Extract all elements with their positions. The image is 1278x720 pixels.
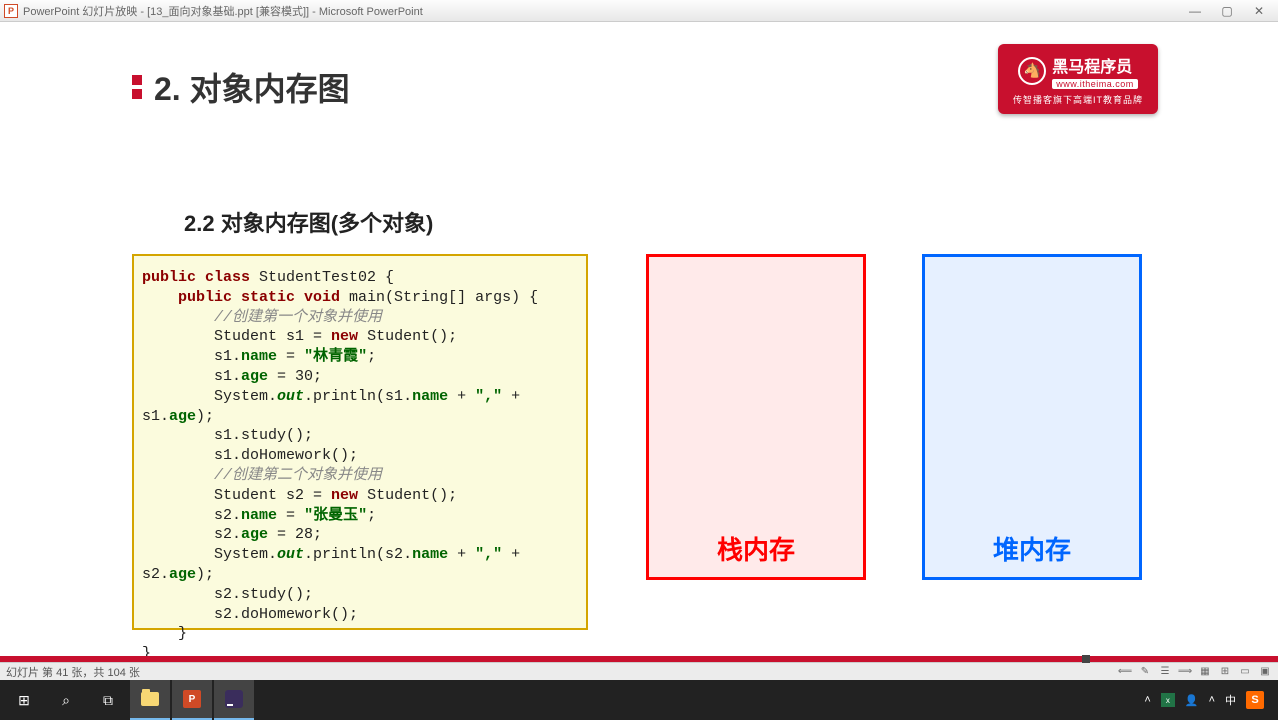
tray-app-icon[interactable]: x: [1161, 693, 1175, 707]
app-window: P PowerPoint 幻灯片放映 - [13_面向对象基础.ppt [兼容模…: [0, 0, 1278, 720]
prev-icon[interactable]: ⟸: [1118, 665, 1132, 679]
folder-icon: [141, 692, 159, 706]
file-explorer-button[interactable]: [130, 680, 170, 720]
menu-icon[interactable]: ☰: [1158, 665, 1172, 679]
powerpoint-task-icon: P: [183, 690, 201, 708]
horse-icon: 🐴: [1018, 57, 1046, 85]
minimize-button[interactable]: —: [1188, 4, 1202, 18]
powerpoint-icon: P: [4, 4, 18, 18]
people-icon[interactable]: 👤: [1185, 694, 1199, 707]
section-title: 2. 对象内存图: [132, 64, 350, 110]
maximize-button[interactable]: ▢: [1220, 4, 1234, 18]
reading-view-icon[interactable]: ▭: [1238, 665, 1252, 679]
powerpoint-taskbar-button[interactable]: P: [172, 680, 212, 720]
intellij-icon: [225, 690, 243, 708]
task-view-button[interactable]: ⧉: [88, 680, 128, 720]
tray-chevron2-icon[interactable]: ˄: [1209, 694, 1215, 706]
code-block: public class StudentTest02 { public stat…: [132, 254, 588, 630]
progress-bar[interactable]: [0, 656, 1278, 662]
sub-heading: 2.2 对象内存图(多个对象): [184, 206, 433, 238]
start-button[interactable]: ⊞: [4, 680, 44, 720]
sorter-view-icon[interactable]: ⊞: [1218, 665, 1232, 679]
section-number: 2.: [154, 71, 181, 107]
sogou-ime-icon[interactable]: S: [1246, 691, 1264, 709]
slide: 🐴 黑马程序员 www.itheima.com 传智播客旗下高端IT教育品牌 2…: [0, 22, 1278, 652]
next-icon[interactable]: ⟹: [1178, 665, 1192, 679]
bullet-decor: [132, 75, 142, 99]
logo-tagline: 传智播客旗下高端IT教育品牌: [1013, 93, 1143, 106]
slide-area: 🐴 黑马程序员 www.itheima.com 传智播客旗下高端IT教育品牌 2…: [0, 22, 1278, 656]
system-tray: ˄ x 👤 ˄ 中 S: [1144, 691, 1274, 709]
search-button[interactable]: ⌕: [46, 680, 86, 720]
logo-name: 黑马程序员: [1052, 53, 1138, 77]
status-bar: 幻灯片 第 41 张，共 104 张 ⟸ ✎ ☰ ⟹ ▦ ⊞ ▭ ▣: [0, 662, 1278, 680]
taskbar: ⊞ ⌕ ⧉ P ˄ x 👤 ˄ 中 S: [0, 680, 1278, 720]
close-button[interactable]: ✕: [1252, 4, 1266, 18]
normal-view-icon[interactable]: ▦: [1198, 665, 1212, 679]
logo-url: www.itheima.com: [1052, 79, 1138, 89]
heap-memory-box: 堆内存: [922, 254, 1142, 580]
stack-label: 栈内存: [717, 530, 795, 567]
title-bar: P PowerPoint 幻灯片放映 - [13_面向对象基础.ppt [兼容模…: [0, 0, 1278, 22]
stack-memory-box: 栈内存: [646, 254, 866, 580]
status-icons: ⟸ ✎ ☰ ⟹ ▦ ⊞ ▭ ▣: [1118, 665, 1272, 679]
pen-icon[interactable]: ✎: [1138, 665, 1152, 679]
ime-indicator[interactable]: 中: [1225, 692, 1236, 708]
heap-label: 堆内存: [993, 530, 1071, 567]
window-title: PowerPoint 幻灯片放映 - [13_面向对象基础.ppt [兼容模式]…: [23, 3, 1188, 19]
tray-chevron-icon[interactable]: ˄: [1144, 694, 1150, 706]
brand-logo: 🐴 黑马程序员 www.itheima.com 传智播客旗下高端IT教育品牌: [998, 44, 1158, 114]
slide-counter: 幻灯片 第 41 张，共 104 张: [6, 664, 1118, 680]
intellij-taskbar-button[interactable]: [214, 680, 254, 720]
slideshow-view-icon[interactable]: ▣: [1258, 665, 1272, 679]
section-name: 对象内存图: [190, 71, 350, 107]
progress-knob[interactable]: [1082, 655, 1090, 663]
